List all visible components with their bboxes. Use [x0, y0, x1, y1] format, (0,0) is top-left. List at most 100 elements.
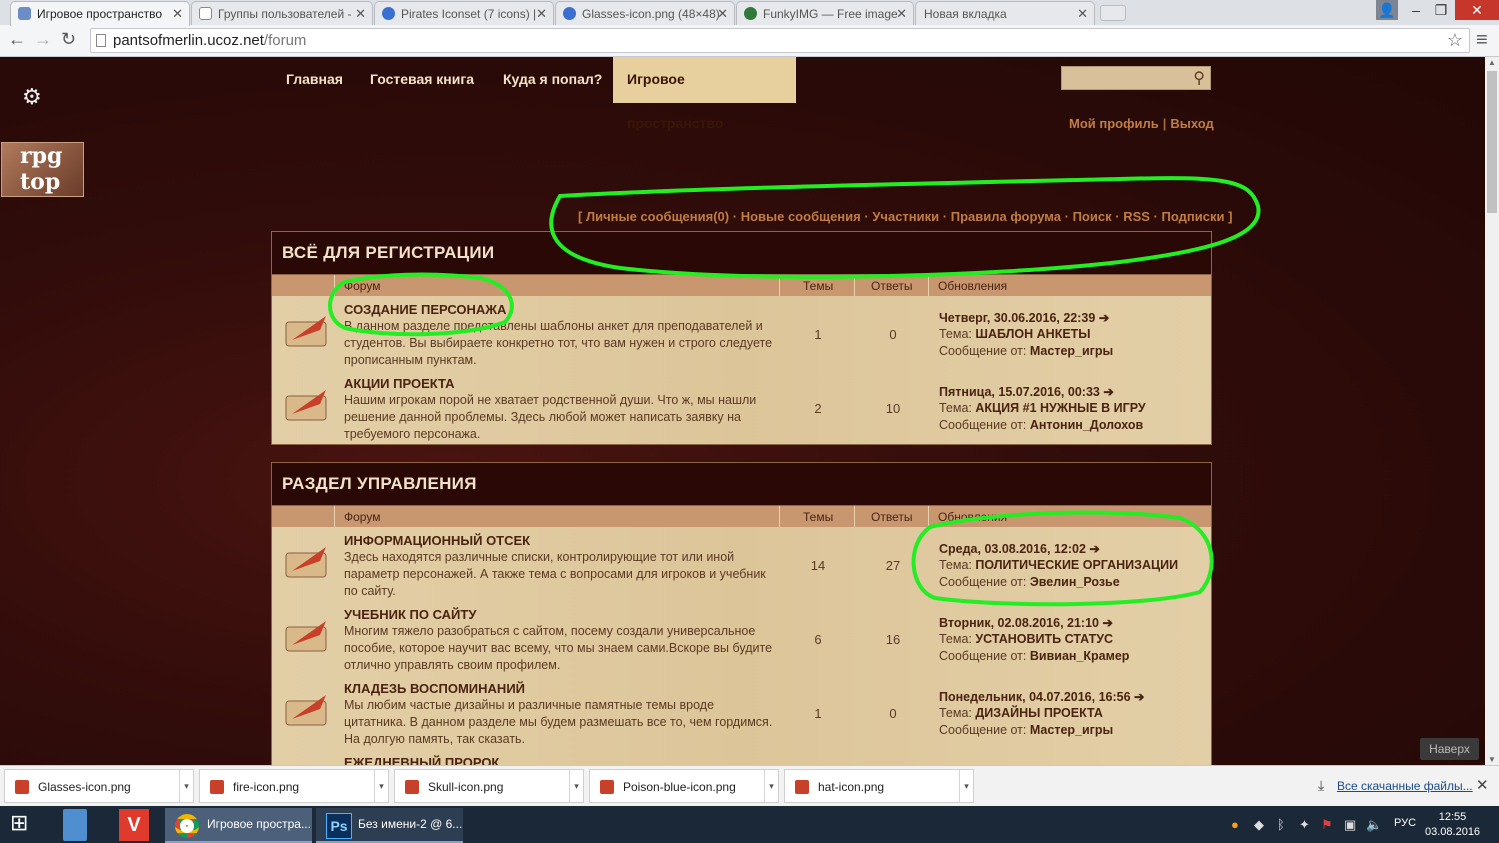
tab-close-icon[interactable]: ✕ — [172, 6, 183, 22]
tray-sync-icon[interactable]: ✦ — [1299, 817, 1310, 833]
tab-close-icon[interactable]: ✕ — [717, 6, 728, 22]
tab-close-icon[interactable]: ✕ — [355, 6, 366, 22]
flag-icon[interactable]: ⚑ — [1321, 817, 1333, 833]
author-link[interactable]: Эвелин_Розье — [1030, 575, 1120, 589]
network-icon[interactable]: ▣ — [1344, 817, 1356, 833]
vivaldi-icon[interactable]: V — [119, 809, 149, 841]
scroll-down-icon[interactable]: ▼ — [1488, 755, 1496, 764]
windows-start-icon[interactable]: ⊞ — [10, 809, 38, 841]
url-host: pantsofmerlin.ucoz.net — [113, 32, 264, 49]
go-to-post-icon[interactable]: ➔ — [1103, 616, 1113, 630]
go-to-post-icon[interactable]: ➔ — [1099, 311, 1109, 325]
tab-user-groups[interactable]: Группы пользователей - ✕ — [191, 1, 373, 25]
download-item[interactable]: fire-icon.png ▾ — [199, 769, 389, 803]
logout-link[interactable]: Выход — [1170, 116, 1213, 131]
go-to-post-icon[interactable]: ➔ — [1134, 690, 1144, 704]
chevron-down-icon[interactable]: ▾ — [959, 770, 973, 802]
forum-title-link[interactable]: КЛАДЕЗЬ ВОСПОМИНАНИЙ — [344, 681, 525, 696]
close-downloads-icon[interactable]: ✕ — [1476, 776, 1489, 794]
forum-rules-link[interactable]: Правила форума — [951, 209, 1061, 224]
replies-count: 27 — [885, 558, 901, 573]
calculator-icon[interactable] — [63, 809, 87, 841]
chevron-down-icon[interactable]: ▾ — [374, 770, 388, 802]
menu-icon[interactable]: ≡ — [1476, 29, 1488, 52]
all-downloads-link[interactable]: Все скачанные файлы... — [1337, 779, 1473, 793]
author-link[interactable]: Мастер_игры — [1030, 344, 1113, 358]
author-link[interactable]: Вивиан_Крамер — [1030, 649, 1130, 663]
chevron-down-icon[interactable]: ▾ — [569, 770, 583, 802]
forum-title-link[interactable]: АКЦИИ ПРОЕКТА — [344, 376, 455, 391]
new-messages-link[interactable]: Новые сообщения — [741, 209, 861, 224]
system-clock[interactable]: 12:55 03.08.2016 — [1425, 810, 1480, 840]
members-link[interactable]: Участники — [872, 209, 939, 224]
nav-game-space[interactable]: Игровое пространство — [613, 57, 796, 131]
forum-title-link[interactable]: УЧЕБНИК ПО САЙТУ — [344, 607, 476, 622]
scrollbar-thumb[interactable] — [1487, 71, 1497, 213]
settings-gear-icon[interactable]: ⚙ — [22, 84, 42, 110]
author-link[interactable]: Антонин_Долохов — [1030, 418, 1143, 432]
maximize-icon[interactable]: ❐ — [1429, 0, 1453, 20]
volume-icon[interactable]: 🔈 — [1366, 817, 1382, 833]
minimize-icon[interactable]: – — [1404, 0, 1428, 20]
rss-link[interactable]: RSS — [1123, 209, 1150, 224]
private-messages-link[interactable]: Личные сообщения(0) — [586, 209, 729, 224]
search-input[interactable]: ⚲ — [1061, 66, 1211, 90]
search-icon[interactable]: ⚲ — [1193, 68, 1205, 88]
forward-arrow-icon[interactable]: → — [34, 29, 52, 50]
download-item[interactable]: hat-icon.png ▾ — [784, 769, 974, 803]
nav-guestbook[interactable]: Гостевая книга — [370, 57, 474, 103]
scroll-up-icon[interactable]: ▲ — [1488, 58, 1496, 67]
tab-funkyimg[interactable]: FunkyIMG — Free image ✕ — [736, 1, 914, 25]
back-to-top-button[interactable]: Наверх — [1420, 738, 1479, 760]
col-themes: Темы — [803, 510, 834, 524]
rpg-top-banner[interactable]: rpg top — [1, 142, 84, 197]
window-close-icon[interactable]: ✕ — [1455, 0, 1499, 20]
themes-count: 1 — [814, 706, 822, 721]
tab-new-tab[interactable]: Новая вкладка ✕ — [915, 1, 1095, 25]
section-title: РАЗДЕЛ УПРАВЛЕНИЯ — [272, 463, 1211, 505]
tab-pirates-iconset[interactable]: Pirates Iconset (7 icons) | ✕ — [374, 1, 554, 25]
last-author: Сообщение от: Эвелин_Розье — [939, 575, 1120, 589]
tab-close-icon[interactable]: ✕ — [1077, 6, 1088, 22]
reload-icon[interactable]: ↻ — [61, 29, 76, 50]
forum-title-link[interactable]: ИНФОРМАЦИОННЫЙ ОТСЕК — [344, 533, 530, 548]
tab-close-icon[interactable]: ✕ — [896, 6, 907, 22]
star-bookmark-icon[interactable]: ☆ — [1447, 29, 1463, 52]
forum-title-link[interactable]: СОЗДАНИЕ ПЕРСОНАЖА — [344, 302, 506, 317]
download-item[interactable]: Poison-blue-icon.png ▾ — [589, 769, 779, 803]
download-item[interactable]: Skull-icon.png ▾ — [394, 769, 584, 803]
search-link[interactable]: Поиск — [1073, 209, 1112, 224]
last-topic-link[interactable]: УСТАНОВИТЬ СТАТУС — [975, 632, 1113, 646]
nav-where-am-i[interactable]: Куда я попал? — [503, 57, 602, 103]
user-profile-icon[interactable]: 👤 — [1376, 0, 1398, 20]
new-tab-button[interactable] — [1100, 5, 1126, 21]
go-to-post-icon[interactable]: ➔ — [1089, 542, 1099, 556]
taskbar-chrome[interactable]: Игровое простра... — [165, 808, 312, 843]
author-link[interactable]: Мастер_игры — [1030, 723, 1113, 737]
tab-glasses-icon[interactable]: Glasses-icon.png (48×48) ✕ — [555, 1, 735, 25]
input-language[interactable]: РУС — [1394, 817, 1416, 829]
page-scrollbar[interactable]: ▲ ▼ — [1485, 57, 1499, 765]
tab-close-icon[interactable]: ✕ — [536, 6, 547, 22]
url-field[interactable]: pantsofmerlin.ucoz.net/forum ☆ — [90, 28, 1470, 53]
forum-title-link[interactable]: ЕЖЕДНЕВНЫЙ ПРОРОК — [344, 755, 499, 765]
quill-scroll-icon — [285, 621, 327, 652]
taskbar-app-label: Без имени-2 @ 6... — [358, 817, 463, 831]
subscriptions-link[interactable]: Подписки — [1162, 209, 1225, 224]
chevron-down-icon[interactable]: ▾ — [764, 770, 778, 802]
last-topic-link[interactable]: АКЦИЯ #1 НУЖНЫЕ В ИГРУ — [975, 401, 1145, 415]
tab-game-space[interactable]: Игровое пространство ✕ — [10, 1, 190, 26]
my-profile-link[interactable]: Мой профиль — [1069, 116, 1159, 131]
tray-app-icon[interactable]: ● — [1231, 817, 1239, 832]
go-to-post-icon[interactable]: ➔ — [1103, 385, 1113, 399]
last-topic-link[interactable]: ДИЗАЙНЫ ПРОЕКТА — [975, 706, 1103, 720]
download-item[interactable]: Glasses-icon.png ▾ — [4, 769, 194, 803]
nav-home[interactable]: Главная — [286, 57, 343, 103]
bluetooth-icon[interactable]: ᛒ — [1277, 817, 1285, 832]
last-topic-link[interactable]: ПОЛИТИЧЕСКИЕ ОРГАНИЗАЦИИ — [975, 558, 1178, 572]
last-topic-link[interactable]: ШАБЛОН АНКЕТЫ — [975, 327, 1090, 341]
chevron-down-icon[interactable]: ▾ — [179, 770, 193, 802]
taskbar-photoshop[interactable]: Ps Без имени-2 @ 6... — [316, 808, 463, 843]
tray-security-icon[interactable]: ◆ — [1254, 817, 1264, 833]
back-arrow-icon[interactable]: ← — [8, 29, 26, 50]
